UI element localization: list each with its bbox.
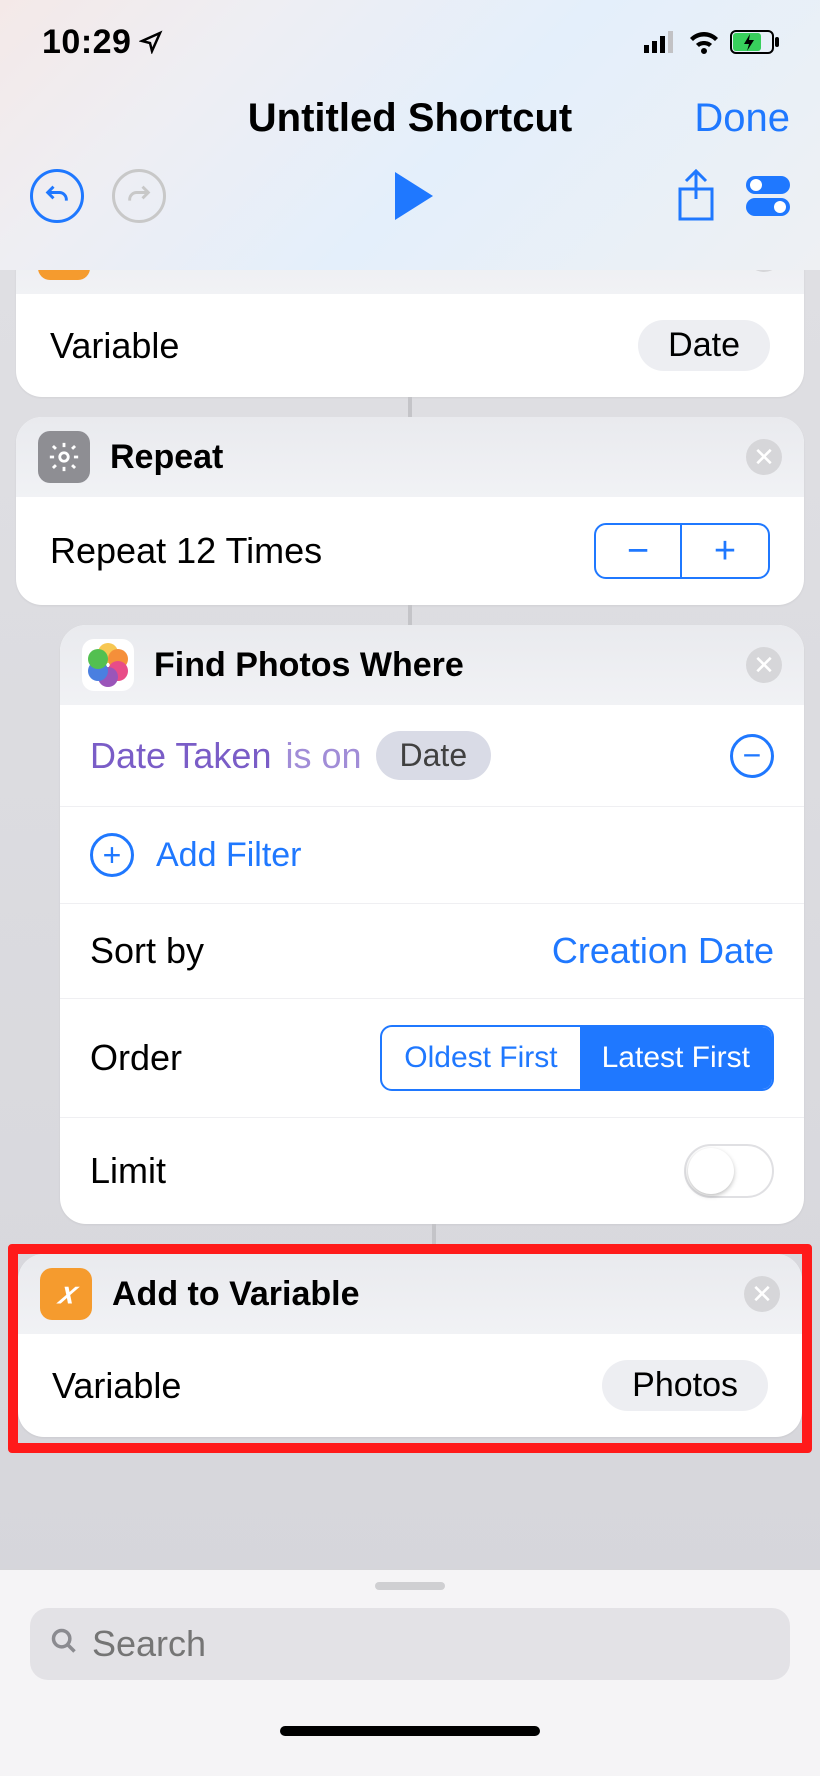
- action-set-variable[interactable]: 𝑥 Set Variable ✕ Variable Date: [16, 270, 804, 397]
- action-repeat[interactable]: Repeat ✕ Repeat 12 Times − +: [16, 417, 804, 605]
- action-find-photos[interactable]: Find Photos Where ✕ Date Taken is on Dat…: [60, 625, 804, 1224]
- variable-icon: 𝑥: [40, 1268, 92, 1320]
- connector: [408, 605, 412, 625]
- limit-switch[interactable]: [684, 1144, 774, 1198]
- delete-action-button[interactable]: ✕: [744, 1276, 780, 1312]
- add-filter-plus-icon[interactable]: +: [90, 833, 134, 877]
- status-time: 10:29: [42, 23, 163, 62]
- done-button[interactable]: Done: [694, 96, 790, 141]
- filter-value-chip[interactable]: Date: [376, 731, 492, 780]
- stepper-minus[interactable]: −: [596, 525, 682, 577]
- variable-icon: 𝑥: [38, 270, 90, 280]
- action-title: Repeat: [110, 438, 223, 477]
- page-title: Untitled Shortcut: [248, 96, 572, 141]
- variable-value-chip[interactable]: Date: [638, 320, 770, 371]
- search-field[interactable]: [30, 1608, 790, 1680]
- settings-button[interactable]: [746, 174, 790, 218]
- limit-label: Limit: [90, 1150, 166, 1192]
- sheet-grabber[interactable]: [375, 1582, 445, 1590]
- play-icon: [395, 172, 433, 220]
- gear-icon: [38, 431, 90, 483]
- add-filter-button[interactable]: Add Filter: [156, 836, 302, 875]
- action-title: Add to Variable: [112, 1275, 360, 1314]
- home-indicator[interactable]: [280, 1726, 540, 1736]
- battery-charging-icon: [730, 30, 780, 54]
- order-label: Order: [90, 1037, 182, 1079]
- run-button[interactable]: [407, 172, 433, 220]
- action-search-sheet[interactable]: [0, 1569, 820, 1776]
- repeat-summary[interactable]: Repeat 12 Times: [50, 530, 322, 572]
- action-title: Set Variable: [110, 270, 303, 274]
- delete-action-button[interactable]: ✕: [746, 647, 782, 683]
- redo-button[interactable]: [112, 169, 166, 223]
- search-input[interactable]: [92, 1623, 770, 1665]
- filter-operator[interactable]: is on: [285, 735, 361, 777]
- connector: [408, 397, 412, 417]
- workflow-canvas: 𝑥 Set Variable ✕ Variable Date Repeat ✕ …: [0, 270, 820, 1776]
- connector: [432, 1224, 436, 1244]
- order-option-oldest[interactable]: Oldest First: [382, 1027, 579, 1089]
- share-button[interactable]: [674, 169, 718, 223]
- search-icon: [50, 1625, 78, 1664]
- clock-text: 10:29: [42, 23, 131, 62]
- remove-filter-button[interactable]: −: [730, 734, 774, 778]
- editor-toolbar: [0, 169, 820, 223]
- cellular-icon: [644, 31, 678, 53]
- sort-value[interactable]: Creation Date: [552, 930, 774, 972]
- status-bar: 10:29: [0, 0, 820, 60]
- filter-field[interactable]: Date Taken: [90, 735, 271, 777]
- top-chrome: 10:29 Untitled Shortcut Done: [0, 0, 820, 270]
- sort-label: Sort by: [90, 930, 204, 972]
- param-label: Variable: [52, 1365, 181, 1407]
- highlight-box: 𝑥 Add to Variable ✕ Variable Photos: [8, 1244, 812, 1453]
- repeat-stepper[interactable]: − +: [594, 523, 770, 579]
- variable-value-chip[interactable]: Photos: [602, 1360, 768, 1411]
- delete-action-button[interactable]: ✕: [746, 439, 782, 475]
- stepper-plus[interactable]: +: [682, 525, 768, 577]
- wifi-icon: [688, 30, 720, 54]
- undo-button[interactable]: [30, 169, 84, 223]
- param-label: Variable: [50, 325, 179, 367]
- delete-action-button[interactable]: ✕: [746, 270, 782, 272]
- action-add-to-variable[interactable]: 𝑥 Add to Variable ✕ Variable Photos: [18, 1254, 802, 1437]
- location-icon: [139, 30, 163, 54]
- nav-bar: Untitled Shortcut Done: [0, 96, 820, 141]
- photos-icon: [82, 639, 134, 691]
- order-segmented[interactable]: Oldest First Latest First: [380, 1025, 774, 1091]
- order-option-latest[interactable]: Latest First: [580, 1027, 772, 1089]
- action-title: Find Photos Where: [154, 646, 464, 685]
